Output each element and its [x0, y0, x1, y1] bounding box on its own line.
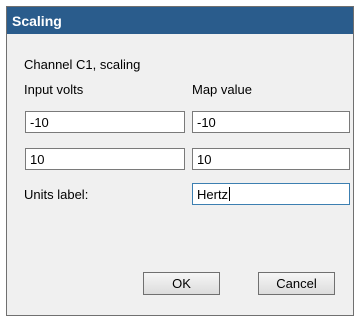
title-bar[interactable]: Scaling: [7, 7, 353, 34]
map-value-min-field[interactable]: -10: [192, 111, 350, 133]
map-value-header: Map value: [192, 82, 252, 97]
text-caret: [229, 187, 231, 201]
input-volts-max-field[interactable]: 10: [25, 148, 185, 170]
map-value-max-field[interactable]: 10: [192, 148, 350, 170]
input-volts-min-field[interactable]: -10: [25, 111, 185, 133]
ok-button[interactable]: OK: [143, 272, 220, 295]
input-volts-header: Input volts: [24, 82, 84, 97]
units-label: Units label:: [24, 187, 89, 202]
cancel-button[interactable]: Cancel: [258, 272, 335, 295]
scaling-dialog: Scaling Channel C1, scaling Input volts …: [6, 6, 354, 316]
dialog-title: Scaling: [12, 13, 62, 29]
channel-label: Channel C1, scaling: [24, 57, 141, 72]
units-value: Hertz: [197, 187, 229, 202]
units-field[interactable]: Hertz: [192, 183, 350, 205]
